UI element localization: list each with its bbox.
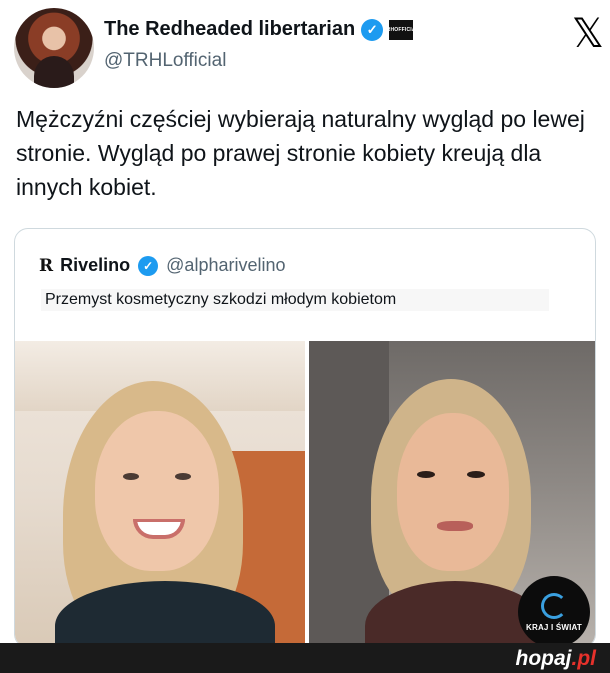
author-avatar[interactable]: [14, 8, 94, 88]
watermark-label: KRAJ I ŚWIAT: [525, 622, 583, 632]
author-display-name[interactable]: The Redheaded libertarian: [104, 18, 355, 41]
quoted-verified-badge-icon: ✓: [138, 255, 159, 276]
author-name-row: The Redheaded libertarian ✓ TRHOFFICIAL: [104, 18, 419, 41]
quoted-author-handle[interactable]: @alpharivelino: [166, 255, 285, 276]
brand-suffix: .pl: [571, 647, 597, 670]
quoted-author-logo-icon: R: [39, 255, 53, 276]
author-handle[interactable]: @TRHLofficial: [104, 50, 226, 72]
affiliate-badge-icon[interactable]: TRHOFFICIAL: [383, 19, 419, 40]
tweet-text: Mężczyźni częściej wybierają naturalny w…: [16, 106, 585, 200]
tweet-card: The Redheaded libertarian ✓ TRHOFFICIAL …: [0, 0, 610, 648]
globe-icon: [541, 592, 567, 619]
site-footer-bar: hopaj.pl: [0, 643, 610, 673]
tweet-header: The Redheaded libertarian ✓ TRHOFFICIAL …: [14, 8, 604, 88]
brand-main: hopaj: [515, 647, 572, 670]
quoted-tweet-text: Przemyst kosmetyczny szkodzi młodym kobi…: [41, 289, 549, 311]
kraj-i-swiat-watermark: KRAJ I ŚWIAT: [518, 576, 590, 648]
hopaj-logo[interactable]: hopaj.pl: [516, 647, 597, 671]
quoted-tweet-header: R Rivelino ✓ @alpharivelino: [39, 255, 286, 276]
quoted-author-display-name[interactable]: Rivelino: [60, 255, 130, 276]
verified-badge-icon: ✓: [361, 18, 384, 41]
photo-left-natural[interactable]: [15, 341, 305, 647]
x-logo-icon[interactable]: 𝕏: [572, 14, 604, 54]
quoted-tweet[interactable]: R Rivelino ✓ @alpharivelino Przemyst kos…: [14, 228, 596, 648]
